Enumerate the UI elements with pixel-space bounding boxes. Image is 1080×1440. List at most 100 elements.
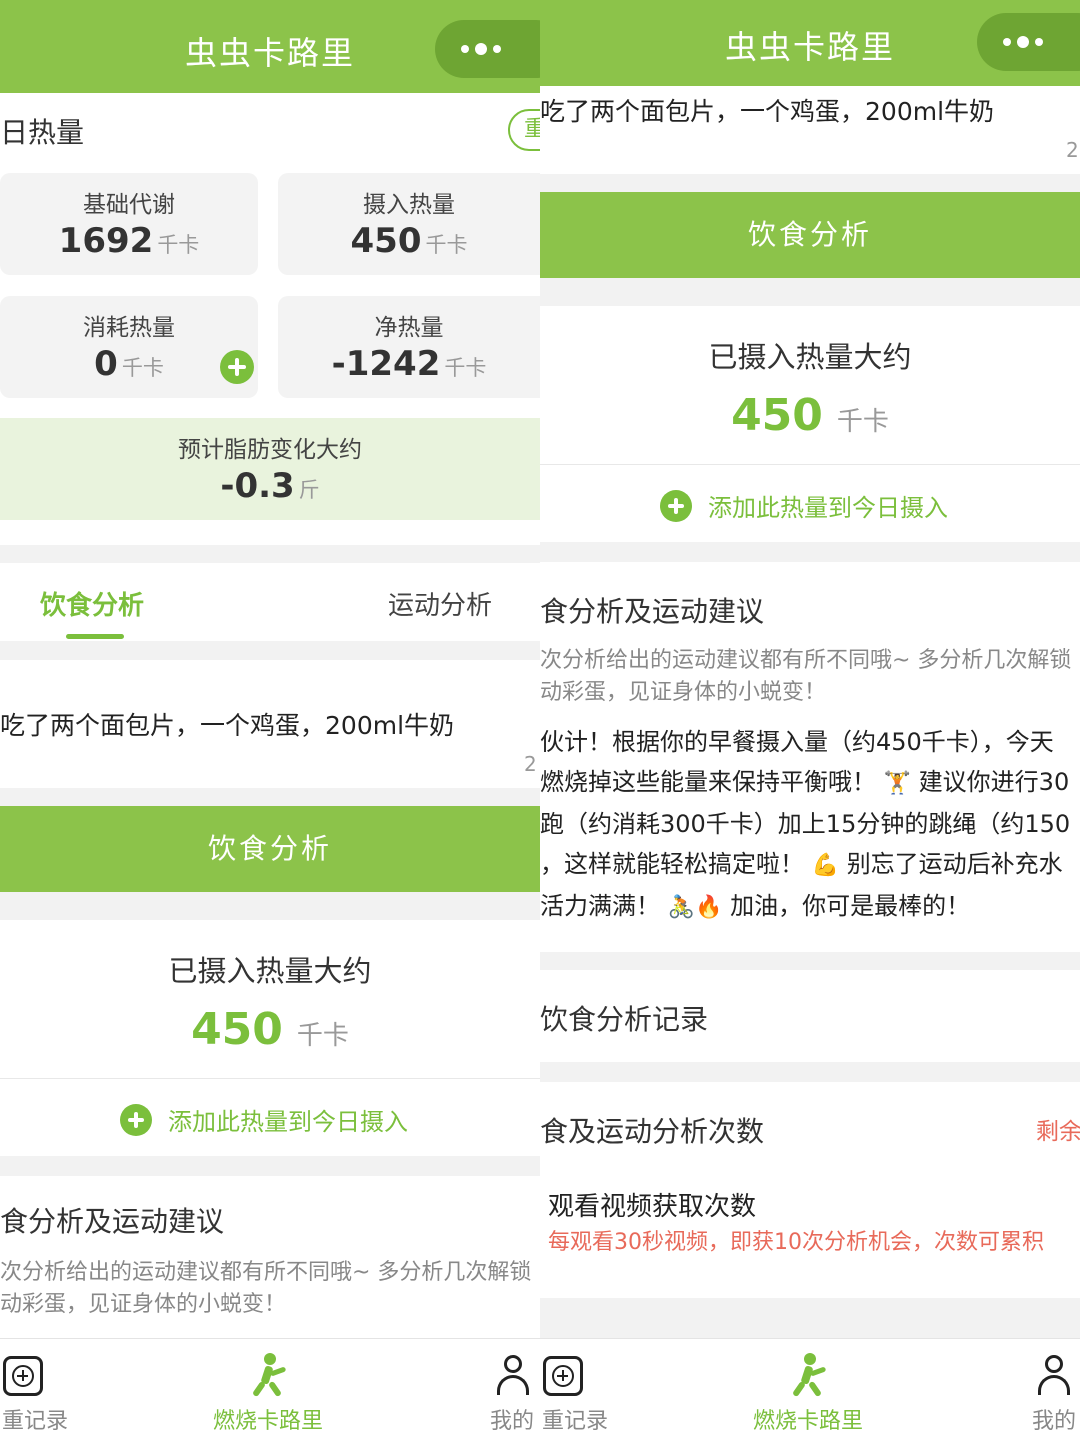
bottom-nav: 重记录 燃烧卡路里 我的 xyxy=(0,1338,540,1440)
add-record-icon xyxy=(543,1356,583,1396)
advice-hint-line2: 动彩蛋，见证身体的小蜕变！ xyxy=(0,1292,287,1317)
nav-record[interactable]: 重记录 xyxy=(0,1339,90,1440)
intake-unit: 千卡 xyxy=(425,233,468,257)
profile-icon xyxy=(1036,1355,1072,1397)
bmr-label: 基础代谢 xyxy=(83,192,175,218)
advice-line: 活力满满！ 🚴🔥 加油，你可是最棒的！ xyxy=(540,886,1080,928)
nav-mine[interactable]: 我的 xyxy=(1030,1339,1080,1440)
right-screenshot: 虫虫卡路里 吃了两个面包片，一个鸡蛋，200ml牛奶 2 饮食分析 已摄入热量大… xyxy=(540,0,1080,1440)
advice-hint-line2: 动彩蛋，见证身体的小蜕变！ xyxy=(540,680,827,705)
result-value: 450 xyxy=(191,1004,283,1055)
more-dots-icon xyxy=(461,43,501,55)
runner-icon xyxy=(790,1353,830,1399)
more-menu-button[interactable] xyxy=(435,20,540,78)
meal-input-text: 吃了两个面包片，一个鸡蛋，200ml牛奶 xyxy=(0,711,455,740)
burned-card: 消耗热量 0 千卡 xyxy=(0,296,258,398)
add-to-today-label: 添加此热量到今日摄入 xyxy=(708,494,948,522)
bmr-value: 1692 xyxy=(58,221,154,261)
active-tab-indicator xyxy=(66,634,124,639)
advice-line: 燃烧掉这些能量来保持平衡哦！ 🏋 建议你进行30 xyxy=(540,762,1080,804)
quota-section: 食及运动分析次数 剩余 观看视频获取次数 每观看30秒视频，即获10次分析机会，… xyxy=(540,1082,1080,1298)
bmr-unit: 千卡 xyxy=(157,233,200,257)
tab-diet-analysis[interactable]: 饮食分析 xyxy=(40,585,144,622)
char-counter: 2 xyxy=(1066,138,1079,162)
nav-burn-label: 燃烧卡路里 xyxy=(753,1409,864,1434)
fat-change-card: 预计脂肪变化大约 -0.3 斤 xyxy=(0,418,540,520)
nav-burn[interactable]: 燃烧卡路里 xyxy=(745,1339,875,1440)
net-label: 净热量 xyxy=(374,315,444,341)
fire-emoji: 🔥 xyxy=(695,895,723,920)
left-screenshot: 虫虫卡路里 日热量 重 基础代谢 1692 千卡 摄入热量 450 千卡 消耗热量 … xyxy=(0,0,540,1440)
intake-label: 摄入热量 xyxy=(363,192,455,218)
app-header: 虫虫卡路里 xyxy=(0,0,540,93)
meal-input-text: 吃了两个面包片，一个鸡蛋，200ml牛奶 xyxy=(540,97,995,126)
nav-mine[interactable]: 我的 xyxy=(488,1339,540,1440)
burned-unit: 千卡 xyxy=(121,356,164,380)
advice-text: 伙计！根据你的早餐摄入量（约450千卡），今天 燃烧掉这些能量来保持平衡哦！ 🏋… xyxy=(540,722,1080,928)
quota-remaining: 剩余 xyxy=(1036,1119,1080,1145)
divider xyxy=(540,464,1080,465)
diet-analysis-button[interactable]: 饮食分析 xyxy=(0,806,540,892)
quota-title: 食及运动分析次数 xyxy=(540,1115,765,1148)
advice-section: 食分析及运动建议 次分析给出的运动建议都有所不同哦~ 多分析几次解锁 动彩蛋，见… xyxy=(540,562,1080,952)
runner-icon xyxy=(250,1353,290,1399)
more-dots-icon xyxy=(1003,36,1043,48)
app-header: 虫虫卡路里 xyxy=(540,0,1080,86)
result-unit: 千卡 xyxy=(836,407,889,437)
char-counter: 2 xyxy=(524,752,537,776)
add-to-today-label: 添加此热量到今日摄入 xyxy=(168,1108,408,1136)
muscle-emoji: 💪 xyxy=(811,853,840,878)
add-circle-icon xyxy=(120,1104,152,1136)
analysis-tabs: 饮食分析 运动分析 xyxy=(0,563,540,641)
reset-button[interactable]: 重 xyxy=(508,109,540,151)
daily-calorie-card: 日热量 重 基础代谢 1692 千卡 摄入热量 450 千卡 消耗热量 0 千卡 净热… xyxy=(0,93,540,545)
advice-hint-line1: 次分析给出的运动建议都有所不同哦~ 多分析几次解锁 xyxy=(540,648,1072,673)
result-label: 已摄入热量大约 xyxy=(708,340,912,374)
fat-change-unit: 斤 xyxy=(298,478,320,502)
intake-card: 摄入热量 450 千卡 xyxy=(278,173,540,275)
divider xyxy=(0,1078,540,1079)
nav-record-label: 重记录 xyxy=(542,1409,609,1434)
diet-history-link[interactable]: 饮食分析记录 xyxy=(540,970,1080,1062)
advice-line: 跑（约消耗300千卡）加上15分钟的跳绳（约150 xyxy=(540,810,1071,838)
result-unit: 千卡 xyxy=(296,1021,349,1051)
more-menu-button[interactable] xyxy=(977,13,1080,71)
nav-record[interactable]: 重记录 xyxy=(540,1339,630,1440)
add-record-icon xyxy=(3,1356,43,1396)
video-reward-desc: 每观看30秒视频，即获10次分析机会，次数可累积 xyxy=(548,1230,1044,1255)
net-value: -1242 xyxy=(331,344,441,384)
add-circle-icon xyxy=(660,490,692,522)
advice-line: 伙计！根据你的早餐摄入量（约450千卡），今天 xyxy=(540,728,1054,756)
nav-mine-label: 我的 xyxy=(490,1409,535,1434)
bottom-nav: 重记录 燃烧卡路里 我的 xyxy=(540,1338,1080,1440)
weightlifter-emoji: 🏋 xyxy=(883,771,912,796)
cyclist-emoji: 🚴 xyxy=(667,895,696,920)
advice-line: ，这样就能轻松搞定啦！ 💪 别忘了运动后补充水 xyxy=(540,844,1080,886)
advice-title: 食分析及运动建议 xyxy=(540,595,765,628)
diet-history-label: 饮食分析记录 xyxy=(540,1003,709,1036)
intake-value: 450 xyxy=(350,221,422,261)
diet-analysis-button[interactable]: 饮食分析 xyxy=(540,192,1080,278)
bmr-card: 基础代谢 1692 千卡 xyxy=(0,173,258,275)
fat-change-label: 预计脂肪变化大约 xyxy=(178,437,362,463)
net-unit: 千卡 xyxy=(444,356,487,380)
net-card: 净热量 -1242 千卡 xyxy=(278,296,540,398)
result-card: 已摄入热量大约 450 千卡 添加此热量到今日摄入 xyxy=(540,306,1080,542)
tab-exercise-analysis[interactable]: 运动分析 xyxy=(388,585,492,622)
fat-change-value: -0.3 xyxy=(220,466,295,506)
advice-title: 食分析及运动建议 xyxy=(0,1205,225,1238)
burned-value: 0 xyxy=(94,344,118,384)
nav-mine-label: 我的 xyxy=(1032,1409,1077,1434)
nav-record-label: 重记录 xyxy=(2,1409,69,1434)
result-label: 已摄入热量大约 xyxy=(168,954,372,988)
result-card: 已摄入热量大约 450 千卡 添加此热量到今日摄入 xyxy=(0,920,540,1156)
video-reward-title[interactable]: 观看视频获取次数 xyxy=(548,1186,756,1223)
add-exercise-icon[interactable] xyxy=(220,350,254,384)
meal-input-area[interactable]: 吃了两个面包片，一个鸡蛋，200ml牛奶 2 xyxy=(540,86,1080,174)
advice-section: 食分析及运动建议 次分析给出的运动建议都有所不同哦~ 多分析几次解锁 动彩蛋，见… xyxy=(0,1176,540,1338)
meal-input-area[interactable]: 吃了两个面包片，一个鸡蛋，200ml牛奶 2 xyxy=(0,660,540,788)
burned-label: 消耗热量 xyxy=(83,315,175,341)
nav-burn[interactable]: 燃烧卡路里 xyxy=(205,1339,335,1440)
result-value: 450 xyxy=(731,390,823,441)
advice-hint-line1: 次分析给出的运动建议都有所不同哦~ 多分析几次解锁 xyxy=(0,1260,532,1285)
